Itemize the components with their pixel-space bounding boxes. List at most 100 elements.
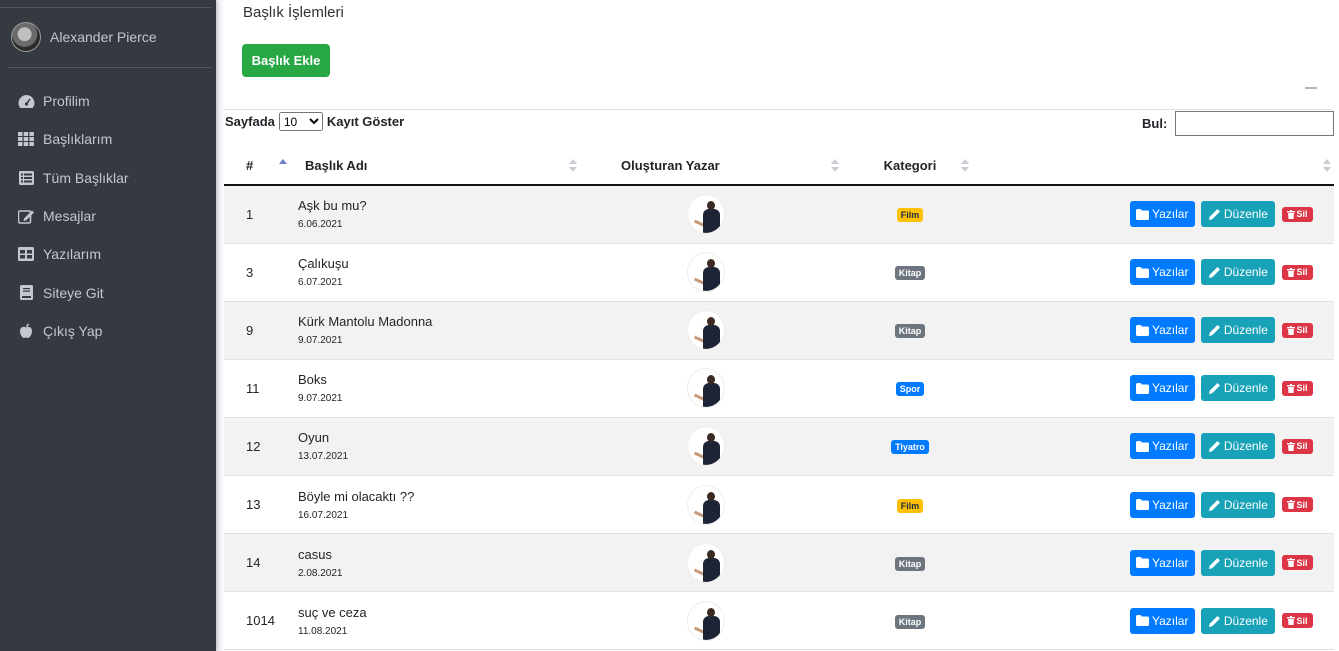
- posts-button[interactable]: Yazılar: [1129, 491, 1195, 518]
- table-row: 1014 suç ve ceza 11.08.2021 Kitap Yazıla…: [224, 592, 1334, 650]
- edit-button[interactable]: Düzenle: [1201, 375, 1276, 402]
- sidebar-item-profilim[interactable]: Profilim: [0, 82, 216, 120]
- posts-button[interactable]: Yazılar: [1129, 433, 1195, 460]
- page-title: Başlık İşlemleri: [243, 4, 344, 21]
- column-header-id[interactable]: #: [224, 146, 287, 186]
- delete-button[interactable]: Sil: [1282, 613, 1313, 629]
- sidebar-item-label: Tüm Başlıklar: [43, 169, 129, 186]
- delete-button[interactable]: Sil: [1282, 438, 1313, 454]
- page-length-select[interactable]: 10: [278, 112, 323, 131]
- delete-button[interactable]: Sil: [1282, 380, 1313, 396]
- edit-button[interactable]: Düzenle: [1201, 607, 1276, 634]
- list-icon: [17, 170, 35, 186]
- posts-button[interactable]: Yazılar: [1129, 259, 1195, 286]
- table-row: 9 Kürk Mantolu Madonna 9.07.2021 Kitap Y…: [224, 301, 1334, 360]
- sidebar-item-mesajlar[interactable]: Mesajlar: [0, 197, 216, 235]
- sidebar-item-tum-basliklar[interactable]: Tüm Başlıklar: [0, 159, 216, 197]
- column-header-actions[interactable]: [975, 146, 1334, 186]
- category-cell: Kitap: [845, 301, 975, 359]
- row-id: 1014: [246, 613, 275, 629]
- table-body: 1 Aşk bu mu? 6.06.2021 Film Yazılar Düze…: [224, 185, 1334, 650]
- category-cell: Tiyatro: [845, 417, 975, 475]
- column-header-title[interactable]: Başlık Adı: [278, 146, 583, 186]
- table-row: 14 casus 2.08.2021 Kitap Yazılar Düzenle…: [224, 533, 1334, 592]
- folder-icon: [1136, 615, 1150, 627]
- table-icon: [17, 246, 35, 262]
- table-row: 12 Oyun 13.07.2021 Tiyatro Yazılar Düzen…: [224, 417, 1334, 476]
- author-cell: [583, 534, 845, 592]
- posts-button[interactable]: Yazılar: [1129, 201, 1195, 228]
- author-avatar: [687, 252, 725, 293]
- column-header-category[interactable]: Kategori: [845, 146, 975, 186]
- row-id: 12: [246, 438, 261, 454]
- avatar[interactable]: [11, 22, 41, 52]
- title-cell: suç ve ceza 11.08.2021: [278, 592, 583, 650]
- sidebar-item-label: Çıkış Yap: [43, 322, 103, 339]
- title-name: Boks: [298, 372, 327, 388]
- posts-button[interactable]: Yazılar: [1129, 317, 1195, 344]
- dashboard-icon: [17, 93, 35, 109]
- category-badge: Kitap: [894, 556, 926, 571]
- edit-icon: [17, 208, 35, 224]
- edit-button[interactable]: Düzenle: [1201, 317, 1276, 344]
- trash-icon: [1287, 616, 1296, 626]
- sidebar-item-cikis-yap[interactable]: Çıkış Yap: [0, 312, 216, 350]
- row-id: 3: [246, 264, 254, 280]
- delete-button[interactable]: Sil: [1282, 264, 1313, 280]
- title-name: Böyle mi olacaktı ??: [298, 488, 415, 504]
- posts-button[interactable]: Yazılar: [1129, 549, 1195, 576]
- sidebar-item-label: Başlıklarım: [43, 131, 113, 148]
- author-cell: [583, 592, 845, 650]
- delete-button[interactable]: Sil: [1282, 555, 1313, 571]
- pencil-icon: [1208, 440, 1221, 453]
- grid-icon: [17, 131, 35, 147]
- search-input[interactable]: [1175, 111, 1335, 136]
- author-cell: [583, 359, 845, 417]
- edit-button[interactable]: Düzenle: [1201, 491, 1276, 518]
- sidebar-item-siteye-git[interactable]: Siteye Git: [0, 273, 216, 311]
- folder-icon: [1136, 382, 1150, 394]
- title-date: 9.07.2021: [298, 393, 343, 405]
- folder-icon: [1136, 266, 1150, 278]
- delete-button[interactable]: Sil: [1282, 497, 1313, 513]
- sidebar-item-label: Siteye Git: [43, 284, 104, 301]
- sidebar-nav: Profilim Başlıklarım Tüm Başlıklar Mesaj…: [0, 82, 216, 350]
- edit-button[interactable]: Düzenle: [1201, 549, 1276, 576]
- add-title-button[interactable]: Başlık Ekle: [242, 44, 330, 77]
- category-cell: Kitap: [845, 592, 975, 650]
- title-name: casus: [298, 546, 332, 562]
- posts-button[interactable]: Yazılar: [1129, 607, 1195, 634]
- user-panel[interactable]: Alexander Pierce: [11, 22, 157, 52]
- edit-button[interactable]: Düzenle: [1201, 433, 1276, 460]
- delete-button[interactable]: Sil: [1282, 322, 1313, 338]
- table-row: 11 Boks 9.07.2021 Spor Yazılar Düzenle S…: [224, 359, 1334, 418]
- collapse-icon[interactable]: [1305, 87, 1317, 89]
- actions-cell: Yazılar Düzenle Sil: [975, 475, 1334, 533]
- category-cell: Kitap: [845, 534, 975, 592]
- edit-button[interactable]: Düzenle: [1201, 259, 1276, 286]
- posts-button[interactable]: Yazılar: [1129, 375, 1195, 402]
- author-avatar: [687, 484, 725, 525]
- sidebar-item-yazilarim[interactable]: Yazılarım: [0, 235, 216, 273]
- user-name[interactable]: Alexander Pierce: [50, 29, 157, 45]
- category-badge: Kitap: [894, 266, 926, 281]
- title-name: Aşk bu mu?: [298, 198, 367, 214]
- sort-icon: [831, 159, 839, 173]
- sidebar-item-basliklarim[interactable]: Başlıklarım: [0, 120, 216, 158]
- title-cell: Çalıkuşu 6.07.2021: [278, 243, 583, 301]
- pencil-icon: [1208, 324, 1221, 337]
- column-header-author[interactable]: Oluşturan Yazar: [583, 146, 845, 186]
- row-id: 14: [246, 555, 261, 571]
- card-header: Başlık İşlemleri Başlık Ekle: [223, 0, 1333, 110]
- sidebar-brand-divider: [0, 0, 211, 8]
- table-controls: Sayfada 10 Kayıt Göster Bul:: [223, 110, 1339, 146]
- title-cell: Kürk Mantolu Madonna 9.07.2021: [278, 301, 583, 359]
- delete-button[interactable]: Sil: [1282, 206, 1313, 222]
- folder-icon: [1136, 324, 1150, 336]
- edit-button[interactable]: Düzenle: [1201, 201, 1276, 228]
- folder-icon: [1136, 499, 1150, 511]
- title-name: Oyun: [298, 430, 330, 446]
- title-date: 6.06.2021: [298, 219, 343, 231]
- book-icon: [17, 285, 35, 301]
- author-cell: [583, 185, 845, 243]
